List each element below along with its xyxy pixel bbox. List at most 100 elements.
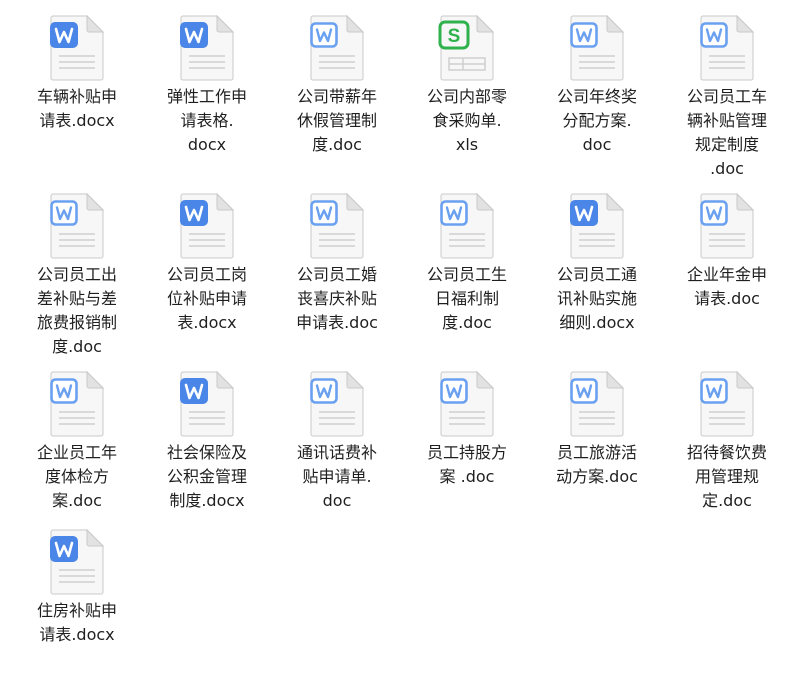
file-name-line: 贴申请单. <box>302 467 372 486</box>
file-name-label: 员工旅游活动方案.doc <box>545 441 649 489</box>
file-name-label: 社会保险及公积金管理制度.docx <box>155 441 259 513</box>
word-doc-icon <box>567 370 627 438</box>
file-name-line: 度.doc <box>52 337 102 356</box>
word-doc-icon <box>177 14 237 82</box>
word-doc-icon <box>47 14 107 82</box>
file-name-line: 请表格. <box>180 111 234 130</box>
word-doc-icon <box>307 370 367 438</box>
file-name-line: doc <box>322 491 352 510</box>
file-item[interactable]: 车辆补贴申请表.docx <box>22 14 132 133</box>
file-name-line: 企业年金申 <box>686 265 767 284</box>
file-item[interactable]: 通讯话费补贴申请单. doc <box>282 370 392 513</box>
file-name-line: 公司员工岗 <box>166 265 247 284</box>
file-name-label: 公司员工婚丧喜庆补贴申请表.doc <box>285 263 389 335</box>
file-name-line: 讯补贴实施 <box>556 289 637 308</box>
file-item[interactable]: 员工旅游活动方案.doc <box>542 370 652 489</box>
word-doc-icon <box>697 192 757 260</box>
word-doc-icon <box>47 370 107 438</box>
file-name-line: 员工持股方 <box>426 443 507 462</box>
file-name-line: 公司员工车 <box>686 87 767 106</box>
file-name-line: 请表.docx <box>39 111 115 130</box>
file-name-line: 制度.docx <box>169 491 245 510</box>
file-name-line: 规定制度 <box>694 135 759 154</box>
file-name-line: 请表.docx <box>39 625 115 644</box>
file-name-label: 公司年终奖 分配方案. doc <box>545 85 649 157</box>
file-name-line: .doc <box>710 159 744 178</box>
file-name-line: 位补贴申请 <box>166 289 247 308</box>
file-name-line: 细则.docx <box>559 313 635 332</box>
file-name-line: 旅费报销制 <box>36 313 117 332</box>
file-name-line: 申请表.doc <box>296 313 378 332</box>
file-name-line: 公司员工出 <box>36 265 117 284</box>
file-name-label: 住房补贴申请表.docx <box>25 599 129 647</box>
file-name-line: 日福利制 <box>434 289 499 308</box>
file-name-line: 丧喜庆补贴 <box>296 289 377 308</box>
word-doc-icon <box>47 192 107 260</box>
file-name-line: 度.doc <box>312 135 362 154</box>
word-doc-icon <box>307 14 367 82</box>
file-name-line: 度.doc <box>442 313 492 332</box>
file-name-line: 休假管理制 <box>296 111 377 130</box>
file-name-line: 车辆补贴申 <box>36 87 117 106</box>
file-name-line: 员工旅游活 <box>556 443 637 462</box>
file-name-line: 辆补贴管理 <box>686 111 767 130</box>
file-item[interactable]: 公司员工岗位补贴申请表.docx <box>152 192 262 335</box>
file-name-line: 用管理规 <box>694 467 759 486</box>
word-doc-icon <box>307 192 367 260</box>
file-item[interactable]: 公司员工通讯补贴实施细则.docx <box>542 192 652 335</box>
file-name-line: 公积金管理 <box>166 467 247 486</box>
file-name-line: 表.docx <box>177 313 237 332</box>
file-name-label: 弹性工作申 请表格. docx <box>155 85 259 157</box>
file-item[interactable]: 社会保险及公积金管理制度.docx <box>152 370 262 513</box>
file-item[interactable]: 公司员工出 差补贴与差 旅费报销制 度.doc <box>22 192 132 359</box>
file-name-label: 公司内部零 食采购单. xls <box>415 85 519 157</box>
file-name-label: 公司员工通讯补贴实施细则.docx <box>545 263 649 335</box>
file-name-label: 公司员工车辆补贴管理规定制度 .doc <box>675 85 779 181</box>
file-name-label: 企业员工年 度体检方 案.doc <box>25 441 129 513</box>
word-doc-icon <box>567 14 627 82</box>
file-name-line: 社会保险及 <box>166 443 247 462</box>
excel-sheet-icon: S <box>437 14 497 82</box>
word-doc-icon <box>47 528 107 596</box>
file-item[interactable]: 企业年金申请表.doc <box>672 192 782 311</box>
file-name-line: 分配方案. <box>562 111 632 130</box>
file-name-line: 通讯话费补 <box>296 443 377 462</box>
file-item[interactable]: 公司员工生日福利制度.doc <box>412 192 522 335</box>
file-item[interactable]: S 公司内部零 食采购单. xls <box>412 14 522 157</box>
file-name-line: 公司员工婚 <box>296 265 377 284</box>
file-item[interactable]: 公司员工婚丧喜庆补贴申请表.doc <box>282 192 392 335</box>
file-name-line: 度体检方 <box>44 467 109 486</box>
word-doc-icon <box>567 192 627 260</box>
file-name-label: 招待餐饮费 用管理规 定.doc <box>675 441 779 513</box>
file-name-line: docx <box>187 135 227 154</box>
file-name-line: 公司带薪年 <box>296 87 377 106</box>
file-name-line: doc <box>582 135 612 154</box>
file-name-label: 车辆补贴申请表.docx <box>25 85 129 133</box>
file-name-line: 公司内部零 <box>426 87 507 106</box>
file-item[interactable]: 弹性工作申 请表格. docx <box>152 14 262 157</box>
file-item[interactable]: 住房补贴申请表.docx <box>22 528 132 647</box>
file-name-line: 公司员工生 <box>426 265 507 284</box>
word-doc-icon <box>697 370 757 438</box>
file-name-label: 公司员工岗位补贴申请表.docx <box>155 263 259 335</box>
file-name-label: 公司员工生日福利制度.doc <box>415 263 519 335</box>
file-name-line: 住房补贴申 <box>36 601 117 620</box>
file-name-line: 案 .doc <box>439 467 495 486</box>
file-item[interactable]: 员工持股方案 .doc <box>412 370 522 489</box>
file-name-line: 动方案.doc <box>556 467 638 486</box>
word-doc-icon <box>177 192 237 260</box>
file-item[interactable]: 公司带薪年休假管理制度.doc <box>282 14 392 157</box>
svg-text:S: S <box>448 26 461 47</box>
file-name-line: 公司员工通 <box>556 265 637 284</box>
file-item[interactable]: 招待餐饮费 用管理规 定.doc <box>672 370 782 513</box>
file-name-label: 公司带薪年休假管理制度.doc <box>285 85 389 157</box>
file-name-line: 请表.doc <box>694 289 760 308</box>
file-item[interactable]: 企业员工年 度体检方 案.doc <box>22 370 132 513</box>
word-doc-icon <box>437 192 497 260</box>
file-name-label: 员工持股方案 .doc <box>415 441 519 489</box>
file-item[interactable]: 公司年终奖 分配方案. doc <box>542 14 652 157</box>
file-name-label: 企业年金申请表.doc <box>675 263 779 311</box>
file-name-label: 公司员工出 差补贴与差 旅费报销制 度.doc <box>25 263 129 359</box>
word-doc-icon <box>437 370 497 438</box>
file-item[interactable]: 公司员工车辆补贴管理规定制度 .doc <box>672 14 782 181</box>
